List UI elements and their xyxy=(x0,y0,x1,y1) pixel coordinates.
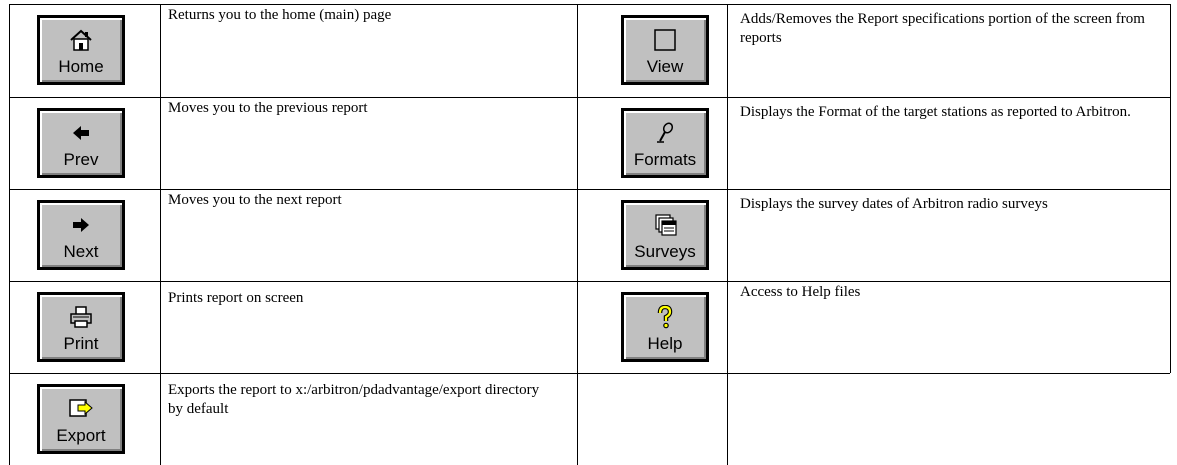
prev-button[interactable]: Prev xyxy=(37,108,125,178)
table-border-top xyxy=(9,4,1170,5)
view-button-label: View xyxy=(646,57,684,76)
column-divider-3 xyxy=(727,4,728,465)
calendar-stack-icon xyxy=(655,214,677,236)
home-icon xyxy=(70,29,92,51)
formats-description: Displays the Format of the target statio… xyxy=(740,104,1131,120)
table-border-right xyxy=(1170,4,1171,373)
export-button[interactable]: Export xyxy=(37,384,125,454)
export-description: Exports the report to x:/arbitron/pdadva… xyxy=(168,382,540,417)
right-arrow-icon xyxy=(73,218,89,232)
table-border-left xyxy=(9,4,10,465)
left-arrow-icon xyxy=(73,126,89,140)
print-button-label: Print xyxy=(63,334,99,353)
formats-button[interactable]: Formats xyxy=(621,108,709,178)
surveys-button-label: Surveys xyxy=(634,242,696,261)
next-button-label: Next xyxy=(63,242,99,261)
printer-icon xyxy=(70,306,92,328)
help-button-label: Help xyxy=(647,334,683,353)
next-description: Moves you to the next report xyxy=(168,192,342,208)
export-arrow-icon xyxy=(69,399,93,417)
print-button[interactable]: Print xyxy=(37,292,125,362)
column-divider-2 xyxy=(577,4,578,465)
home-description: Returns you to the home (main) page xyxy=(168,7,392,23)
row-divider-3 xyxy=(9,281,1170,282)
row-divider-4 xyxy=(9,373,1170,374)
row-divider-2 xyxy=(9,189,1170,190)
print-description: Prints report on screen xyxy=(168,290,304,306)
question-mark-icon xyxy=(657,305,673,329)
help-button[interactable]: Help xyxy=(621,292,709,362)
row-divider-1 xyxy=(9,97,1170,98)
surveys-button[interactable]: Surveys xyxy=(621,200,709,270)
view-description: Adds/Removes the Report specifications p… xyxy=(740,11,1145,46)
prev-button-label: Prev xyxy=(63,150,99,169)
view-window-icon xyxy=(654,29,676,51)
export-button-label: Export xyxy=(56,426,106,445)
home-button[interactable]: Home xyxy=(37,15,125,85)
next-button[interactable]: Next xyxy=(37,200,125,270)
microphone-icon xyxy=(657,122,674,143)
column-divider-1 xyxy=(160,4,161,465)
view-button[interactable]: View xyxy=(621,15,709,85)
help-description: Access to Help files xyxy=(740,284,861,300)
prev-description: Moves you to the previous report xyxy=(168,100,368,116)
home-button-label: Home xyxy=(58,57,104,76)
formats-button-label: Formats xyxy=(633,150,697,169)
surveys-description: Displays the survey dates of Arbitron ra… xyxy=(740,196,1048,212)
